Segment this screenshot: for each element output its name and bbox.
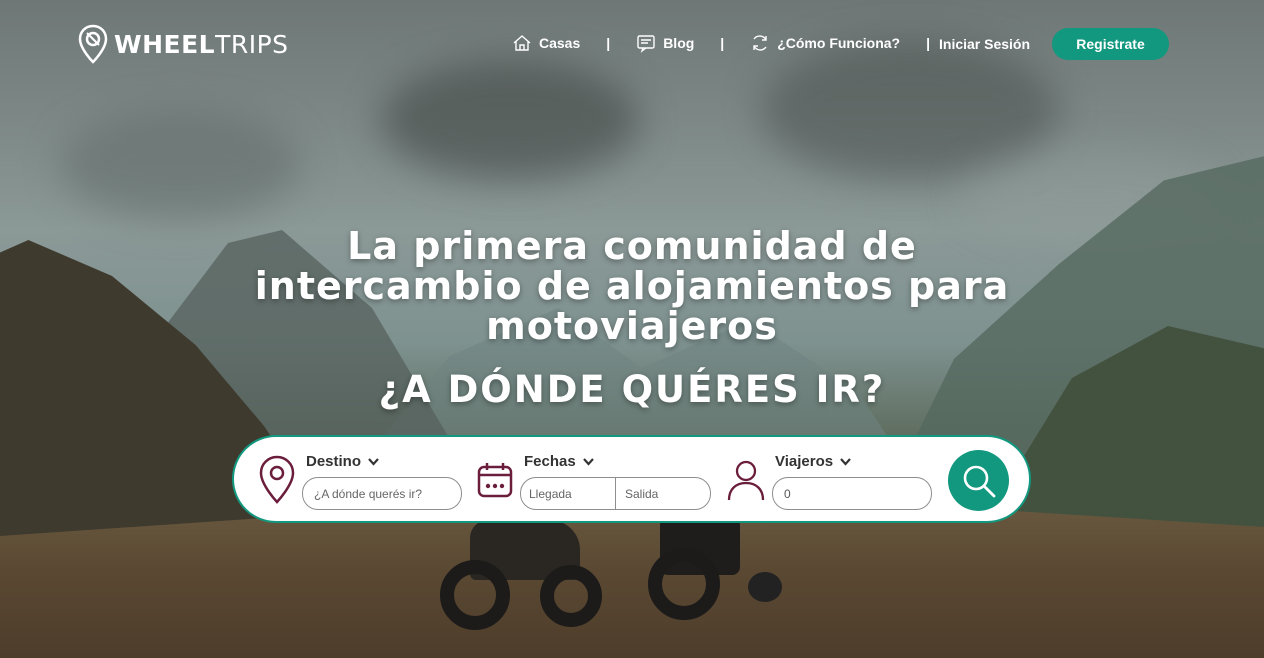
nav-item-blog[interactable]: Blog [636,33,694,53]
destino-input[interactable] [302,477,462,510]
llegada-input[interactable] [520,477,616,510]
brand-name: WHEELTRIPS [114,29,289,59]
site-header: WHEELTRIPS Casas | Blog | ¿Cómo Funciona… [0,0,1264,90]
login-link[interactable]: Iniciar Sesión [939,36,1030,52]
fechas-dropdown[interactable]: Fechas [524,453,595,470]
blog-icon [637,35,655,53]
nav-item-casas[interactable]: Casas [512,33,580,53]
chevron-down-icon [840,458,851,466]
salida-input[interactable] [615,477,711,510]
search-button[interactable] [948,450,1009,511]
viajeros-dropdown[interactable]: Viajeros [775,453,852,470]
chevron-down-icon [368,458,379,466]
logo-pin-icon [78,24,108,64]
nav-separator: | [720,35,725,51]
fechas-label: Fechas [524,453,576,470]
viajeros-input[interactable] [772,477,932,510]
destino-dropdown[interactable]: Destino [306,453,380,470]
search-bar: Destino Fechas Viajeros [232,435,1031,523]
nav-separator: | [606,35,611,51]
hero-title: La primera comunidad de intercambio de a… [254,224,1010,348]
destino-label: Destino [306,453,362,470]
search-icon [963,465,995,497]
location-pin-icon [259,455,295,504]
refresh-icon [753,35,767,51]
brand-logo[interactable]: WHEELTRIPS [78,24,289,64]
nav-label: Blog [663,35,695,51]
nav-item-como-funciona[interactable]: ¿Cómo Funciona? [750,33,900,53]
user-icon [727,460,765,501]
chevron-down-icon [582,458,594,466]
nav-label: Casas [539,35,581,51]
main-nav: Casas | Blog | ¿Cómo Funciona? | [512,33,956,53]
viajeros-label: Viajeros [775,453,834,470]
hero-subtitle: ¿A DÓNDE QUÉRES IR? [378,368,886,411]
register-button[interactable]: Registrate [1052,28,1169,60]
nav-label: ¿Cómo Funciona? [777,35,901,51]
calendar-icon [477,463,513,498]
house-icon [513,35,531,51]
nav-separator: | [926,35,931,51]
